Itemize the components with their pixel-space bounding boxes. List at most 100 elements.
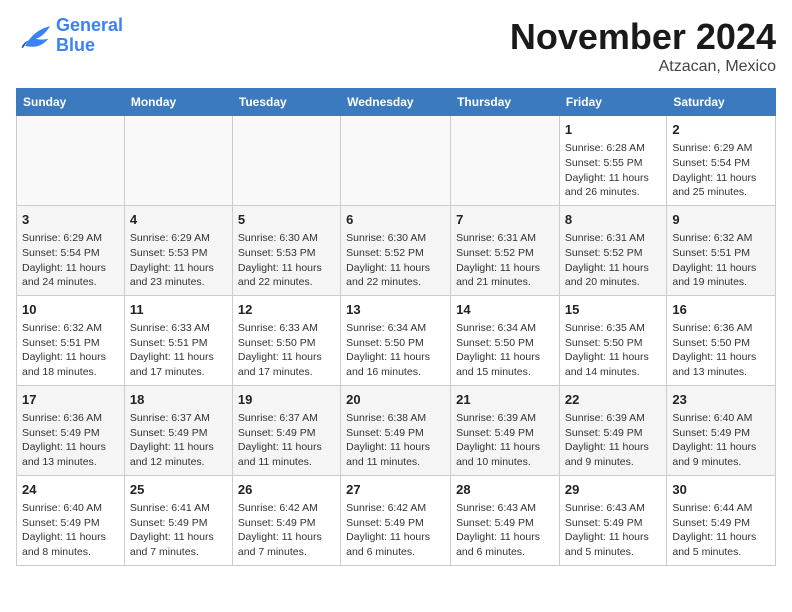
day-content: Sunrise: 6:40 AM Sunset: 5:49 PM Dayligh… [22, 501, 119, 560]
title-block: November 2024 Atzacan, Mexico [510, 16, 776, 76]
page-header: General Blue November 2024 Atzacan, Mexi… [16, 16, 776, 76]
calendar-cell: 24 Sunrise: 6:40 AM Sunset: 5:49 PM Dayli… [17, 475, 125, 565]
day-number: 10 [22, 301, 119, 319]
calendar-cell [124, 116, 232, 206]
day-content: Sunrise: 6:42 AM Sunset: 5:49 PM Dayligh… [238, 501, 335, 560]
day-number: 11 [130, 301, 227, 319]
day-of-week-header: Monday [124, 89, 232, 116]
day-content: Sunrise: 6:44 AM Sunset: 5:49 PM Dayligh… [672, 501, 770, 560]
calendar-table: SundayMondayTuesdayWednesdayThursdayFrid… [16, 88, 776, 566]
day-number: 22 [565, 391, 661, 409]
day-content: Sunrise: 6:39 AM Sunset: 5:49 PM Dayligh… [565, 411, 661, 470]
day-number: 23 [672, 391, 770, 409]
day-of-week-header: Saturday [667, 89, 776, 116]
day-content: Sunrise: 6:28 AM Sunset: 5:55 PM Dayligh… [565, 141, 661, 200]
day-content: Sunrise: 6:36 AM Sunset: 5:49 PM Dayligh… [22, 411, 119, 470]
calendar-cell: 3 Sunrise: 6:29 AM Sunset: 5:54 PM Daylig… [17, 205, 125, 295]
calendar-cell [17, 116, 125, 206]
calendar-cell: 22 Sunrise: 6:39 AM Sunset: 5:49 PM Dayli… [559, 385, 666, 475]
calendar-cell [341, 116, 451, 206]
calendar-cell: 7Sunrise: 6:31 AM Sunset: 5:52 PM Daylig… [451, 205, 560, 295]
logo-blue: Blue [56, 35, 95, 55]
day-of-week-header: Friday [559, 89, 666, 116]
day-number: 5 [238, 211, 335, 229]
calendar-cell: 11 Sunrise: 6:33 AM Sunset: 5:51 PM Dayli… [124, 295, 232, 385]
calendar-cell [232, 116, 340, 206]
day-content: Sunrise: 6:42 AM Sunset: 5:49 PM Dayligh… [346, 501, 445, 560]
day-content: Sunrise: 6:40 AM Sunset: 5:49 PM Dayligh… [672, 411, 770, 470]
calendar-week-row: 17 Sunrise: 6:36 AM Sunset: 5:49 PM Dayli… [17, 385, 776, 475]
day-content: Sunrise: 6:33 AM Sunset: 5:50 PM Dayligh… [238, 321, 335, 380]
day-of-week-header: Thursday [451, 89, 560, 116]
calendar-cell: 29 Sunrise: 6:43 AM Sunset: 5:49 PM Dayli… [559, 475, 666, 565]
day-content: Sunrise: 6:33 AM Sunset: 5:51 PM Dayligh… [130, 321, 227, 380]
day-content: Sunrise: 6:32 AM Sunset: 5:51 PM Dayligh… [672, 231, 770, 290]
day-number: 12 [238, 301, 335, 319]
day-content: Sunrise: 6:35 AM Sunset: 5:50 PM Dayligh… [565, 321, 661, 380]
day-content: Sunrise: 6:36 AM Sunset: 5:50 PM Dayligh… [672, 321, 770, 380]
day-content: Sunrise: 6:30 AM Sunset: 5:52 PM Dayligh… [346, 231, 445, 290]
calendar-cell: 1 Sunrise: 6:28 AM Sunset: 5:55 PM Daylig… [559, 116, 666, 206]
day-number: 25 [130, 481, 227, 499]
calendar-cell: 25Sunrise: 6:41 AM Sunset: 5:49 PM Dayli… [124, 475, 232, 565]
day-number: 6 [346, 211, 445, 229]
day-number: 2 [672, 121, 770, 139]
calendar-cell: 20Sunrise: 6:38 AM Sunset: 5:49 PM Dayli… [341, 385, 451, 475]
day-number: 17 [22, 391, 119, 409]
day-content: Sunrise: 6:43 AM Sunset: 5:49 PM Dayligh… [565, 501, 661, 560]
calendar-cell: 5Sunrise: 6:30 AM Sunset: 5:53 PM Daylig… [232, 205, 340, 295]
day-number: 26 [238, 481, 335, 499]
calendar-week-row: 3 Sunrise: 6:29 AM Sunset: 5:54 PM Daylig… [17, 205, 776, 295]
day-content: Sunrise: 6:34 AM Sunset: 5:50 PM Dayligh… [456, 321, 554, 380]
calendar-header-row: SundayMondayTuesdayWednesdayThursdayFrid… [17, 89, 776, 116]
day-content: Sunrise: 6:32 AM Sunset: 5:51 PM Dayligh… [22, 321, 119, 380]
day-number: 30 [672, 481, 770, 499]
calendar-cell: 8Sunrise: 6:31 AM Sunset: 5:52 PM Daylig… [559, 205, 666, 295]
day-of-week-header: Wednesday [341, 89, 451, 116]
day-number: 19 [238, 391, 335, 409]
day-content: Sunrise: 6:29 AM Sunset: 5:54 PM Dayligh… [22, 231, 119, 290]
calendar-cell: 26 Sunrise: 6:42 AM Sunset: 5:49 PM Dayli… [232, 475, 340, 565]
day-number: 15 [565, 301, 661, 319]
calendar-week-row: 1 Sunrise: 6:28 AM Sunset: 5:55 PM Daylig… [17, 116, 776, 206]
calendar-cell: 18 Sunrise: 6:37 AM Sunset: 5:49 PM Dayli… [124, 385, 232, 475]
calendar-week-row: 24 Sunrise: 6:40 AM Sunset: 5:49 PM Dayli… [17, 475, 776, 565]
calendar-cell: 14Sunrise: 6:34 AM Sunset: 5:50 PM Dayli… [451, 295, 560, 385]
day-content: Sunrise: 6:37 AM Sunset: 5:49 PM Dayligh… [130, 411, 227, 470]
day-number: 7 [456, 211, 554, 229]
calendar-cell: 23 Sunrise: 6:40 AM Sunset: 5:49 PM Dayli… [667, 385, 776, 475]
calendar-cell: 4Sunrise: 6:29 AM Sunset: 5:53 PM Daylig… [124, 205, 232, 295]
logo-general: General [56, 15, 123, 35]
day-number: 18 [130, 391, 227, 409]
day-number: 16 [672, 301, 770, 319]
calendar-cell: 6 Sunrise: 6:30 AM Sunset: 5:52 PM Daylig… [341, 205, 451, 295]
logo-text: General Blue [56, 16, 123, 56]
calendar-cell: 27 Sunrise: 6:42 AM Sunset: 5:49 PM Dayli… [341, 475, 451, 565]
day-content: Sunrise: 6:29 AM Sunset: 5:53 PM Dayligh… [130, 231, 227, 290]
day-content: Sunrise: 6:34 AM Sunset: 5:50 PM Dayligh… [346, 321, 445, 380]
calendar-week-row: 10 Sunrise: 6:32 AM Sunset: 5:51 PM Dayli… [17, 295, 776, 385]
day-number: 24 [22, 481, 119, 499]
calendar-cell: 17 Sunrise: 6:36 AM Sunset: 5:49 PM Dayli… [17, 385, 125, 475]
day-content: Sunrise: 6:31 AM Sunset: 5:52 PM Dayligh… [565, 231, 661, 290]
day-number: 28 [456, 481, 554, 499]
day-number: 1 [565, 121, 661, 139]
day-content: Sunrise: 6:39 AM Sunset: 5:49 PM Dayligh… [456, 411, 554, 470]
logo: General Blue [16, 16, 123, 56]
month-title: November 2024 [510, 16, 776, 58]
calendar-cell: 12 Sunrise: 6:33 AM Sunset: 5:50 PM Dayli… [232, 295, 340, 385]
calendar-cell: 2 Sunrise: 6:29 AM Sunset: 5:54 PM Daylig… [667, 116, 776, 206]
day-number: 29 [565, 481, 661, 499]
day-content: Sunrise: 6:29 AM Sunset: 5:54 PM Dayligh… [672, 141, 770, 200]
day-of-week-header: Tuesday [232, 89, 340, 116]
calendar-cell: 13Sunrise: 6:34 AM Sunset: 5:50 PM Dayli… [341, 295, 451, 385]
logo-icon [16, 20, 52, 52]
day-number: 27 [346, 481, 445, 499]
calendar-cell [451, 116, 560, 206]
day-number: 3 [22, 211, 119, 229]
calendar-cell: 10 Sunrise: 6:32 AM Sunset: 5:51 PM Dayli… [17, 295, 125, 385]
day-number: 9 [672, 211, 770, 229]
calendar-cell: 15 Sunrise: 6:35 AM Sunset: 5:50 PM Dayli… [559, 295, 666, 385]
calendar-cell: 9 Sunrise: 6:32 AM Sunset: 5:51 PM Daylig… [667, 205, 776, 295]
day-content: Sunrise: 6:37 AM Sunset: 5:49 PM Dayligh… [238, 411, 335, 470]
